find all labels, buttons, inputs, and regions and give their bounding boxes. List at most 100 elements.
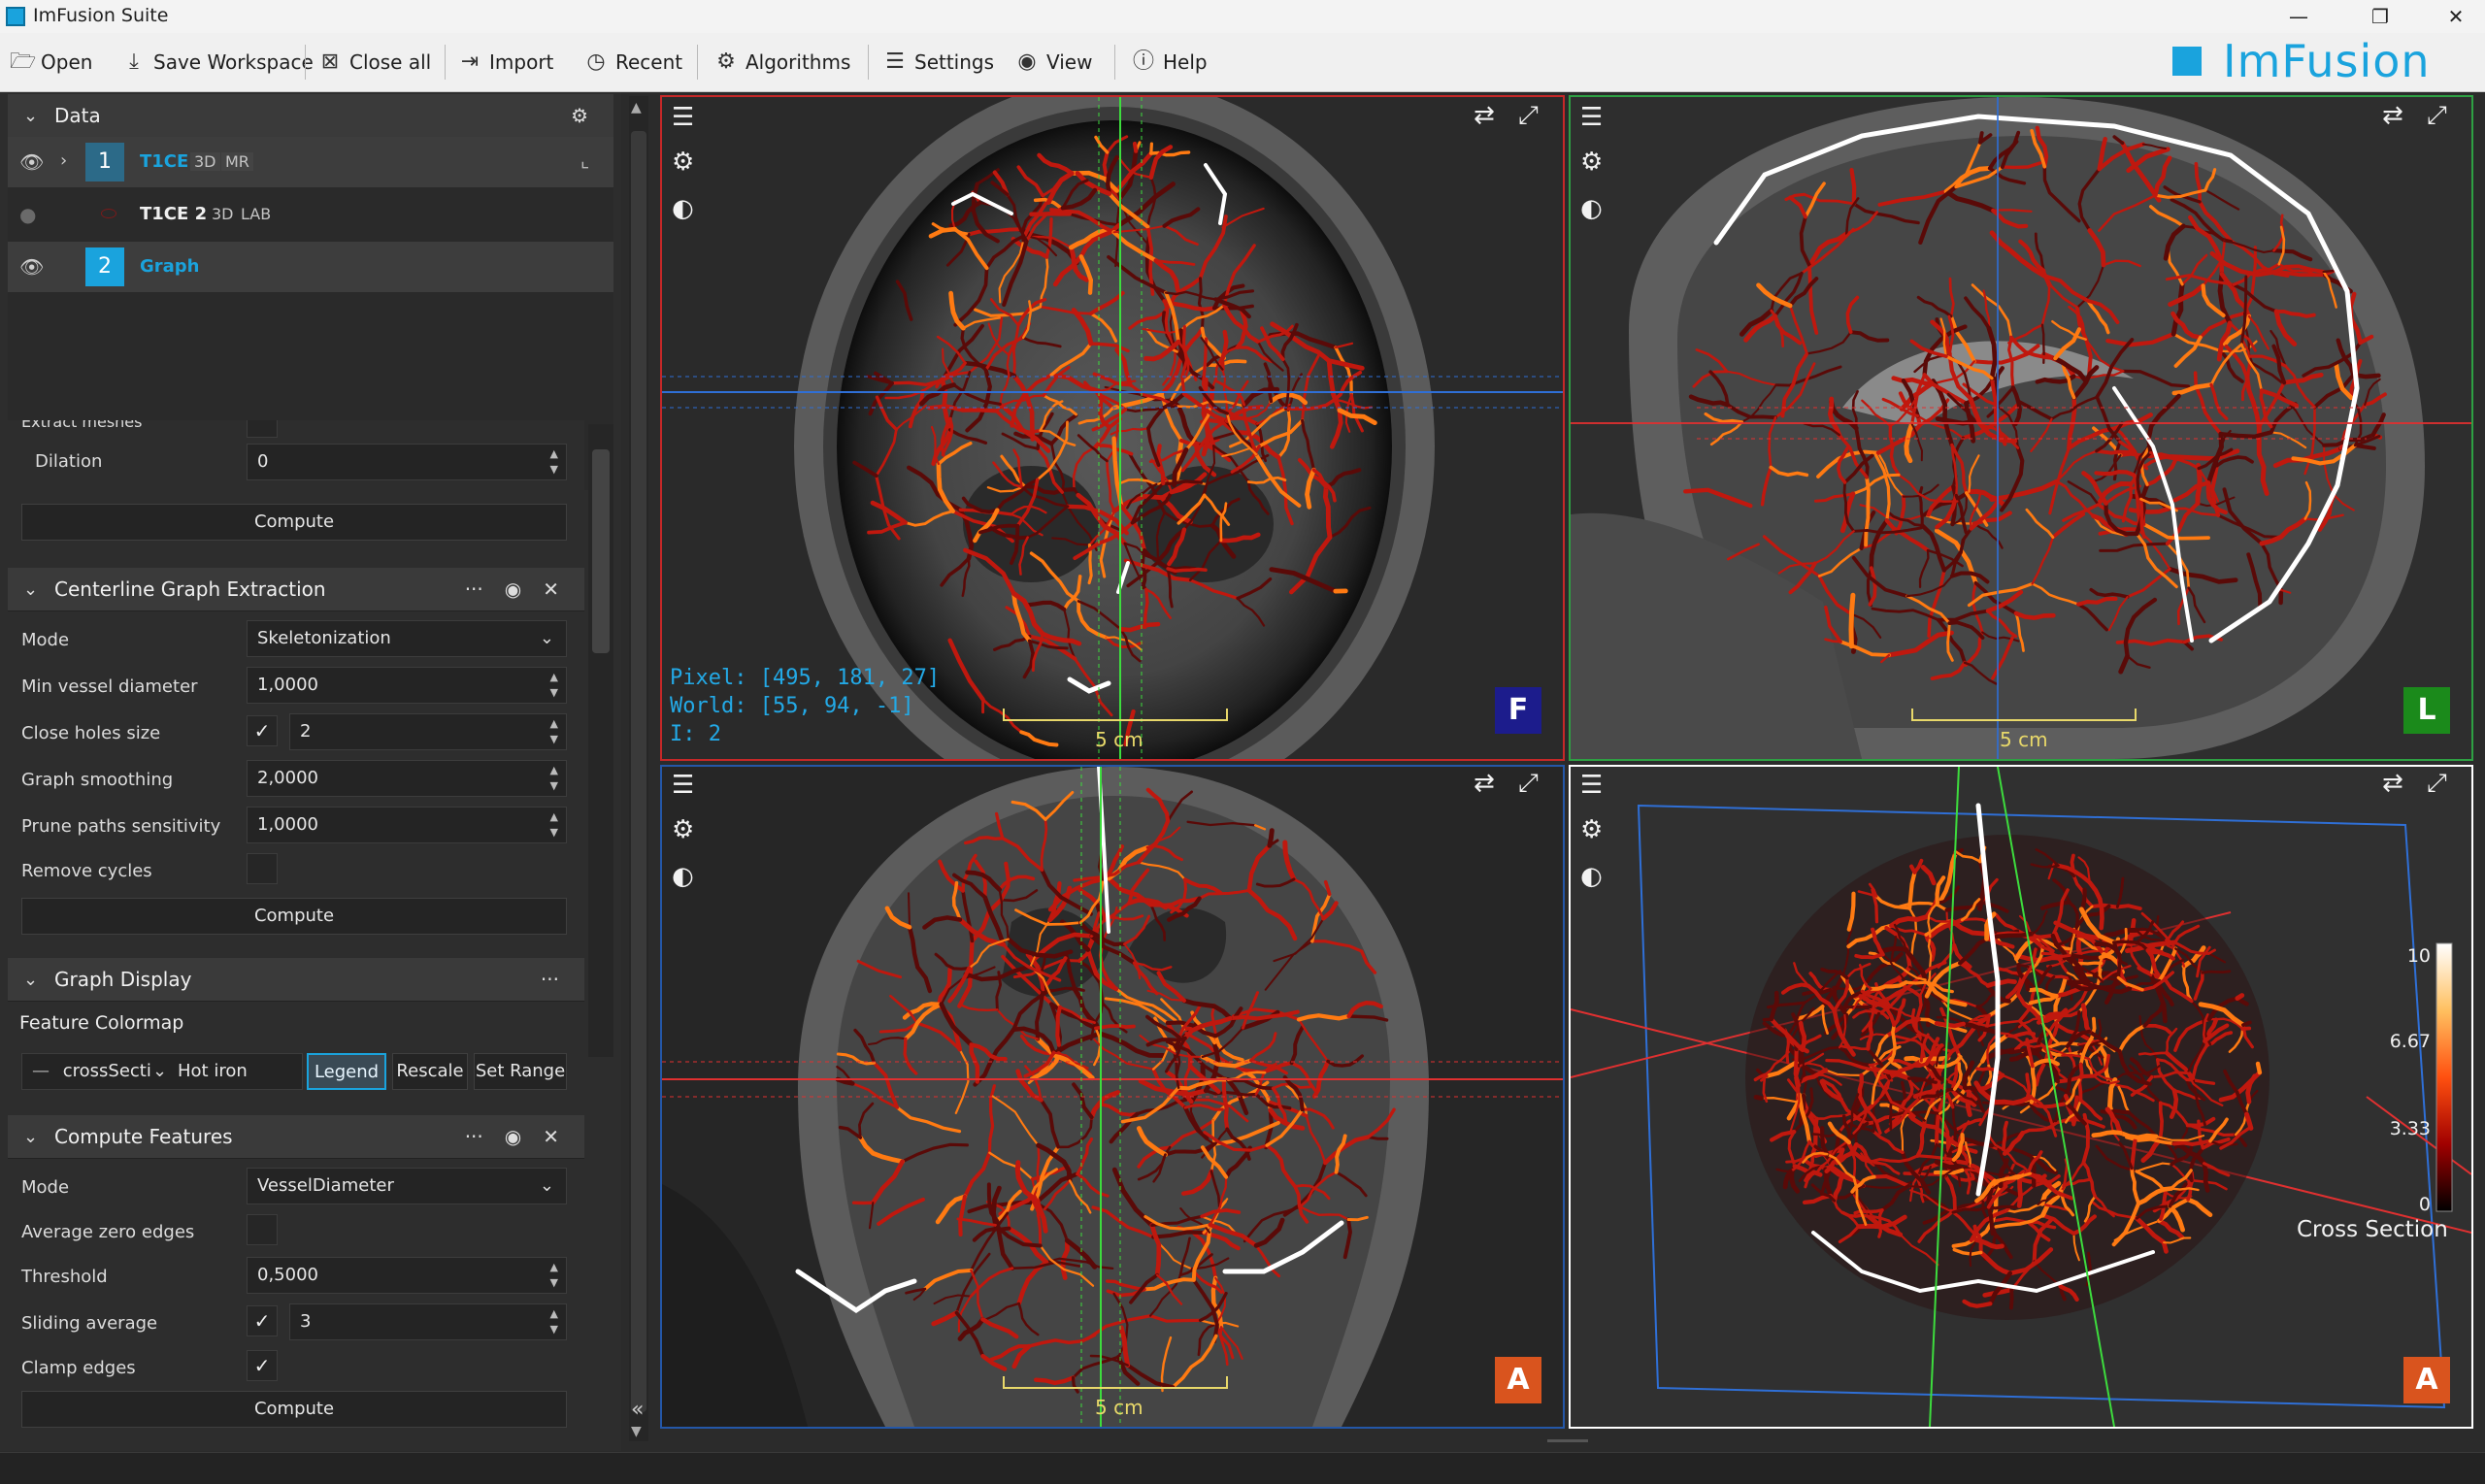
spin-arrows-icon[interactable]: ▲ ▼ [550, 1306, 558, 1337]
colorbar-title: Cross Section [2297, 1217, 2448, 1242]
spin-arrows-icon[interactable]: ▲ ▼ [550, 1260, 558, 1291]
sliding-checkbox[interactable]: ✓ [247, 1305, 278, 1336]
splitter-handle[interactable] [1547, 1439, 1588, 1442]
eye-icon[interactable]: 👁 [19, 150, 44, 174]
legend-button[interactable]: Legend [307, 1053, 386, 1090]
threshold-field[interactable]: 0,5000 ▲ ▼ [247, 1257, 567, 1294]
data-item-t1ce-2[interactable]: ● T1CE 2 3D LAB [8, 189, 613, 240]
chevron-down-icon: ⌄ [23, 969, 39, 990]
more-icon[interactable]: ··· [465, 577, 483, 601]
maximize-icon[interactable]: ⤢ [2427, 101, 2447, 131]
help-button[interactable]: ⓘ Help [1132, 47, 1208, 78]
minimize-button[interactable]: — [2271, 2, 2326, 31]
algorithms-button[interactable]: ⚙ Algorithms [714, 47, 850, 78]
view-button[interactable]: ◉ View [1015, 47, 1092, 78]
hamburger-icon[interactable]: ☰ [1580, 771, 1603, 800]
brightness-icon[interactable]: ◐ [672, 862, 694, 891]
close-icon[interactable]: ✕ [543, 1125, 559, 1148]
eye-icon[interactable]: ◉ [505, 1125, 521, 1148]
dilation-value: 0 [257, 451, 269, 472]
viewport-sagittal[interactable]: ☰ ⚙ ◐ ⇄ ⤢ 5 cm L [1569, 95, 2473, 761]
import-button[interactable]: ⇥ Import [458, 47, 554, 78]
eye-icon[interactable]: 👁 [19, 255, 44, 279]
smoothing-field[interactable]: 2,0000 ▲ ▼ [247, 760, 567, 797]
sliding-value: 3 [300, 1311, 312, 1332]
rescale-button[interactable]: Rescale [392, 1053, 468, 1090]
sliding-field[interactable]: 3 ▲ ▼ [289, 1303, 567, 1340]
spin-arrows-icon[interactable]: ▲ ▼ [550, 809, 558, 841]
feature-select[interactable]: — crossSecti ⌄ Hot iron [21, 1053, 303, 1090]
data-item-graph[interactable]: 👁 2 Graph [8, 242, 613, 292]
recent-button[interactable]: ◷ Recent [584, 47, 682, 78]
spin-arrows-icon[interactable]: ▲ ▼ [550, 446, 558, 478]
hamburger-icon[interactable]: ☰ [1580, 103, 1603, 132]
swap-icon[interactable]: ⇄ [2382, 101, 2403, 130]
clamp-checkbox[interactable]: ✓ [247, 1350, 278, 1381]
gear-icon[interactable]: ⚙ [672, 815, 694, 844]
panel-scrollbar-thumb[interactable] [592, 449, 610, 653]
spin-arrows-icon[interactable]: ▲ ▼ [550, 763, 558, 794]
brightness-icon[interactable]: ◐ [1580, 194, 1603, 223]
data-item-t1ce[interactable]: 👁 › 1 T1CE 3D MR ⌞ [8, 137, 613, 187]
close-holes-field[interactable]: 2 ▲ ▼ [289, 713, 567, 750]
close-all-button[interactable]: ⊠ Close all [318, 47, 431, 78]
hamburger-icon[interactable]: ☰ [672, 771, 694, 800]
avg-zero-checkbox[interactable] [247, 1214, 278, 1245]
scroll-up-icon[interactable]: ▲ [631, 100, 642, 115]
swap-icon[interactable]: ⇄ [1474, 101, 1495, 130]
transform-icon[interactable]: ⌞ [580, 148, 589, 172]
swap-icon[interactable]: ⇄ [1474, 769, 1495, 798]
save-workspace-button[interactable]: ⤓ Save Workspace [122, 47, 314, 78]
gear-icon[interactable]: ⚙ [571, 104, 588, 127]
gear-icon[interactable]: ⚙ [672, 148, 694, 177]
close-window-button[interactable]: ✕ [2429, 2, 2483, 31]
prune-field[interactable]: 1,0000 ▲ ▼ [247, 807, 567, 843]
outer-scrollbar-thumb[interactable] [631, 131, 646, 1412]
eye-icon[interactable]: ◉ [505, 577, 521, 601]
dilation-field[interactable]: 0 ▲ ▼ [247, 444, 567, 480]
remove-cycles-checkbox[interactable] [247, 853, 278, 884]
extract-compute-button[interactable]: Compute [21, 504, 567, 541]
toolbar-separator [445, 45, 446, 80]
maximize-icon[interactable]: ⤢ [1518, 101, 1539, 131]
viewport-3d[interactable]: ☰ ⚙ ◐ ⇄ ⤢ 10 6.67 3.33 0 Cross Section A [1569, 765, 2473, 1429]
more-icon[interactable]: ··· [541, 968, 559, 991]
collapse-panel-icon[interactable]: « [631, 1398, 644, 1422]
spin-arrows-icon[interactable]: ▲ ▼ [550, 716, 558, 747]
gear-icon[interactable]: ⚙ [1580, 148, 1603, 177]
brightness-icon[interactable]: ◐ [1580, 862, 1603, 891]
viewport-coronal[interactable]: ☰ ⚙ ◐ ⇄ ⤢ 5 cm A [660, 765, 1565, 1429]
maximize-icon[interactable]: ⤢ [1518, 769, 1539, 799]
close-icon[interactable]: ✕ [543, 577, 559, 601]
mode-select[interactable]: Skeletonization ⌄ [247, 620, 567, 657]
open-button[interactable]: 🗁 Open [10, 47, 92, 78]
maximize-icon[interactable]: ⤢ [2427, 769, 2447, 799]
data-panel-header[interactable]: ⌄ Data ⚙ [8, 94, 613, 138]
brightness-icon[interactable]: ◐ [672, 194, 694, 223]
feature-colormap-label: Feature Colormap [19, 1012, 184, 1034]
settings-button[interactable]: ☰ Settings [883, 47, 994, 78]
gear-icon[interactable]: ⚙ [1580, 815, 1603, 844]
graph-display-header[interactable]: ⌄ Graph Display ··· [8, 958, 584, 1002]
set-range-button[interactable]: Set Range [474, 1053, 567, 1090]
extract-meshes-checkbox[interactable] [247, 420, 278, 438]
expand-chevron-icon[interactable]: › [60, 150, 67, 171]
scroll-down-icon[interactable]: ▼ [631, 1424, 642, 1439]
centerline-header[interactable]: ⌄ Centerline Graph Extraction ··· ◉ ✕ [8, 568, 584, 611]
viewport-axial[interactable]: ☰ ⚙ ◐ ⇄ ⤢ Pixel: [495, 181, 27] World: [… [660, 95, 1565, 761]
swap-icon[interactable]: ⇄ [2382, 769, 2403, 798]
logo-text: ImFusion [2223, 35, 2431, 87]
min-vessel-label: Min vessel diameter [21, 676, 198, 697]
eye-hidden-icon[interactable]: ● [19, 203, 36, 226]
cf-mode-select[interactable]: VesselDiameter ⌄ [247, 1168, 567, 1204]
orientation-marker: F [1495, 687, 1541, 734]
spin-arrows-icon[interactable]: ▲ ▼ [550, 670, 558, 701]
compute-features-header[interactable]: ⌄ Compute Features ··· ◉ ✕ [8, 1115, 584, 1159]
more-icon[interactable]: ··· [465, 1125, 483, 1148]
hamburger-icon[interactable]: ☰ [672, 103, 694, 132]
close-holes-checkbox[interactable]: ✓ [247, 715, 278, 746]
centerline-compute-button[interactable]: Compute [21, 898, 567, 935]
min-vessel-field[interactable]: 1,0000 ▲ ▼ [247, 667, 567, 704]
cf-compute-button[interactable]: Compute [21, 1391, 567, 1428]
maximize-button[interactable]: ❐ [2353, 2, 2407, 31]
